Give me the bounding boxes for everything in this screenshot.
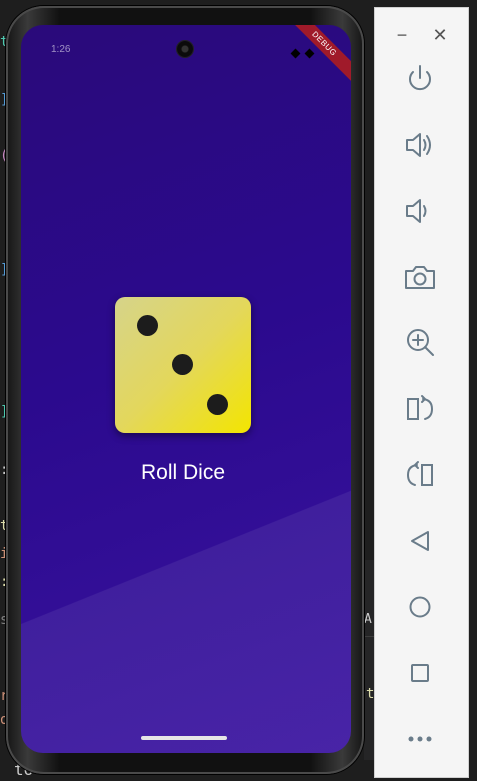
dice-pip (172, 354, 193, 375)
toolbar-window-controls: − ✕ (375, 16, 468, 46)
status-icons (289, 44, 315, 62)
device-screen: 1:26 DEBUG Roll Dice (21, 25, 351, 753)
close-button[interactable]: ✕ (429, 24, 451, 46)
overview-button[interactable] (400, 653, 440, 693)
dice-pip (137, 315, 158, 336)
battery-icon (304, 48, 315, 59)
front-camera (177, 41, 193, 57)
emulator-toolbar: − ✕ (374, 7, 469, 778)
volume-down-button[interactable] (400, 191, 440, 231)
home-icon (409, 596, 431, 618)
zoom-button[interactable] (400, 323, 440, 363)
rotate-right-button[interactable] (400, 455, 440, 495)
more-button[interactable] (400, 719, 440, 759)
wifi-icon (290, 48, 300, 59)
ide-divider (364, 636, 374, 637)
volume-down-icon (406, 199, 427, 223)
ide-tab-fragment[interactable]: A (364, 612, 372, 627)
overview-icon (411, 664, 429, 682)
minimize-button[interactable]: − (391, 24, 413, 46)
zoom-in-icon (407, 329, 434, 356)
dice-button[interactable] (115, 297, 251, 433)
volume-up-icon (406, 133, 431, 157)
ide-side-strip: A t (364, 560, 374, 760)
volume-up-button[interactable] (400, 125, 440, 165)
back-button[interactable] (400, 521, 440, 561)
power-button[interactable] (400, 59, 440, 99)
home-indicator[interactable] (141, 736, 227, 740)
rotate-right-icon (406, 461, 433, 486)
home-button[interactable] (400, 587, 440, 627)
camera-icon (405, 266, 435, 289)
more-icon (408, 736, 432, 742)
device-frame: 1:26 DEBUG Roll Dice (6, 6, 364, 774)
dice-pip (207, 394, 228, 415)
rotate-left-icon (407, 395, 434, 420)
power-icon (409, 65, 431, 91)
status-time: 1:26 (51, 44, 71, 55)
roll-dice-label: Roll Dice (140, 461, 226, 484)
screenshot-button[interactable] (400, 257, 440, 297)
rotate-left-button[interactable] (400, 389, 440, 429)
back-icon (411, 531, 429, 551)
